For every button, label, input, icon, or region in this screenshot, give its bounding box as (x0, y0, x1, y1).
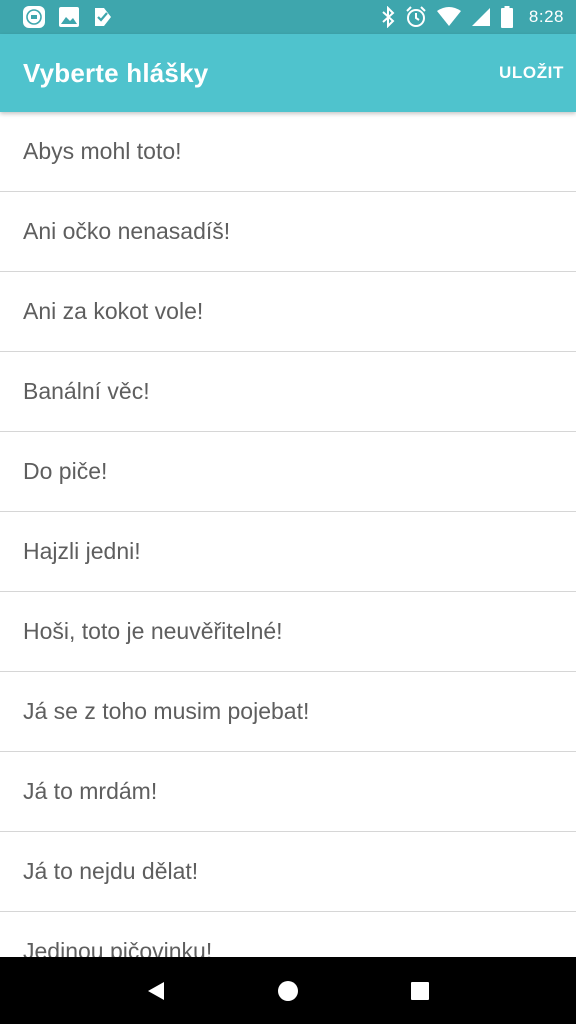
app-notification-icon (22, 5, 46, 29)
list-item-label: Banální věc! (23, 378, 150, 404)
list-item-label: Abys mohl toto! (23, 138, 182, 164)
list-item-label: Hajzli jedni! (23, 538, 141, 564)
phrase-list[interactable]: Abys mohl toto! Ani očko nenasadíš! Ani … (0, 112, 576, 957)
image-icon (58, 6, 80, 28)
list-item-label: Do piče! (23, 458, 108, 484)
save-button[interactable]: ULOŽIT (491, 55, 564, 91)
alarm-icon (405, 6, 427, 28)
list-item[interactable]: Já to nejdu dělat! (0, 832, 576, 912)
list-item-label: Ani očko nenasadíš! (23, 218, 231, 244)
list-item[interactable]: Já to mrdám! (0, 752, 576, 832)
battery-icon (500, 6, 513, 28)
recents-icon[interactable] (400, 971, 440, 1011)
list-item-label: Já to nejdu dělat! (23, 858, 199, 884)
signal-icon (471, 7, 491, 27)
status-time: 8:28 (528, 7, 564, 26)
status-notifications (22, 5, 114, 29)
check-notification-icon (92, 6, 114, 28)
list-item[interactable]: Do piče! (0, 432, 576, 512)
list-item-label: Ani za kokot vole! (23, 298, 204, 324)
list-item[interactable]: Hajzli jedni! (0, 512, 576, 592)
status-bar: 8:28 (0, 0, 576, 34)
wifi-icon (436, 7, 461, 27)
list-item-label: Hoši, toto je neuvěřitelné! (23, 618, 283, 644)
page-title: Vyberte hlášky (23, 57, 209, 88)
list-item[interactable]: Ani očko nenasadíš! (0, 192, 576, 272)
bluetooth-icon (381, 6, 395, 28)
list-item-label: Jedinou pičovinku! (23, 938, 213, 957)
status-indicators: 8:28 (381, 6, 564, 28)
list-item-label: Já se z toho musim pojebat! (23, 698, 310, 724)
list-item[interactable]: Banální věc! (0, 352, 576, 432)
list-item[interactable]: Abys mohl toto! (0, 112, 576, 192)
home-icon[interactable] (268, 971, 308, 1011)
list-item[interactable]: Hoši, toto je neuvěřitelné! (0, 592, 576, 672)
app-bar: Vyberte hlášky ULOŽIT (0, 34, 576, 112)
list-item[interactable]: Já se z toho musim pojebat! (0, 672, 576, 752)
list-item-label: Já to mrdám! (23, 778, 158, 804)
navigation-bar (0, 957, 576, 1024)
list-item[interactable]: Jedinou pičovinku! (0, 912, 576, 957)
back-icon[interactable] (136, 971, 176, 1011)
list-item[interactable]: Ani za kokot vole! (0, 272, 576, 352)
